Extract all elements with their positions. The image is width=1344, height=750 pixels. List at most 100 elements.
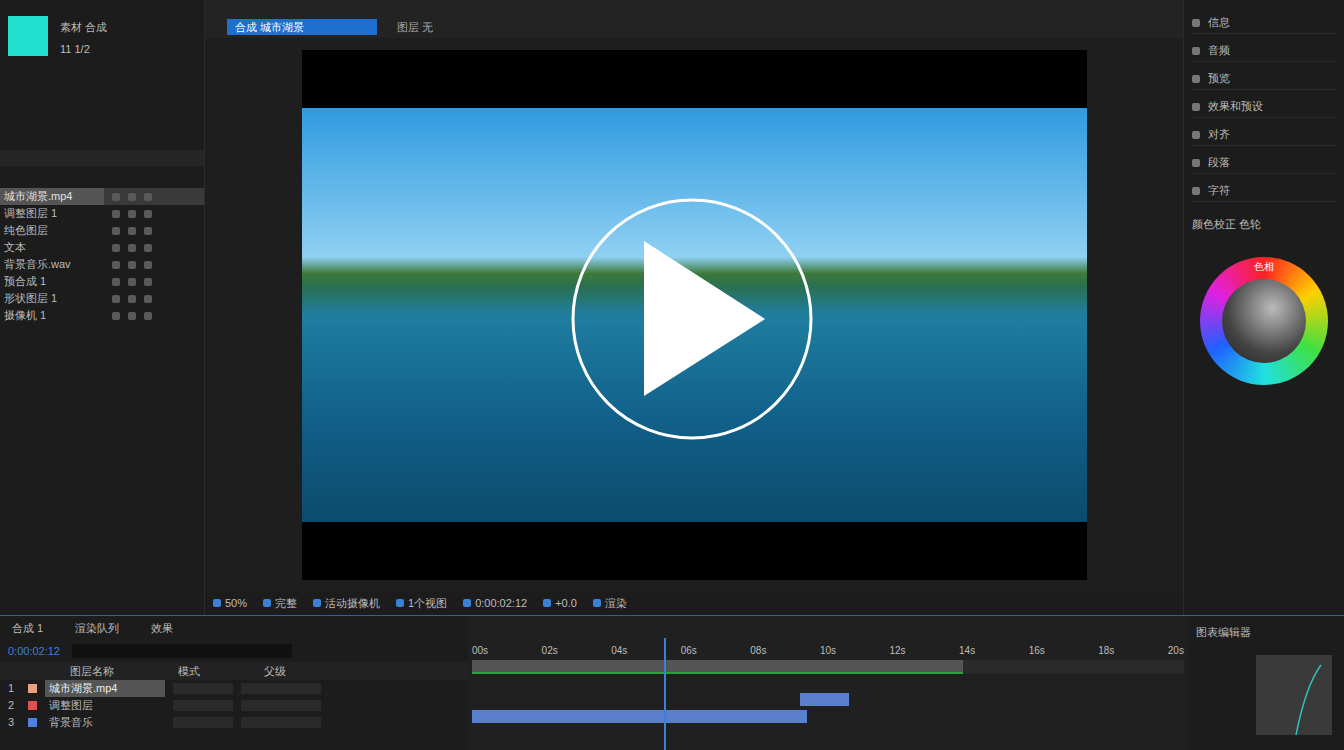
ruler-label: 12s (889, 643, 905, 658)
timeline-tabs: 合成 1 渲染队列 效果 (0, 616, 468, 640)
playhead[interactable] (664, 638, 666, 750)
list-item[interactable]: 背景音乐.wav (0, 256, 204, 273)
flag-icon[interactable] (144, 244, 152, 252)
item-name: 预合成 1 (0, 273, 104, 290)
type-icon[interactable] (112, 295, 120, 303)
toolbar-icon (263, 599, 271, 607)
label-icon[interactable] (128, 193, 136, 201)
item-name: 文本 (0, 239, 104, 256)
parent-field[interactable] (241, 717, 321, 728)
ruler-label: 04s (611, 643, 627, 658)
timeline: 合成 1渲染队列效果0:00:02:12图层名称模式父级1城市湖景.mp42调整… (0, 615, 1344, 750)
layer-row[interactable]: 3背景音乐 (0, 714, 468, 731)
section-icon (1192, 47, 1200, 55)
flag-icon[interactable] (144, 210, 152, 218)
type-icon[interactable] (112, 227, 120, 235)
label-icon[interactable] (128, 312, 136, 320)
viewer-tab[interactable]: 合成 城市湖景 (227, 19, 377, 36)
label-icon[interactable] (128, 261, 136, 269)
timeline-tab[interactable]: 合成 1 (12, 620, 43, 637)
panel-section[interactable]: 音频 (1192, 40, 1336, 62)
list-item[interactable]: 城市湖景.mp4 (0, 188, 204, 205)
toolbar-icon (396, 599, 404, 607)
play-icon[interactable] (569, 196, 815, 442)
track-row (472, 691, 1184, 708)
type-icon[interactable] (112, 244, 120, 252)
item-name: 形状图层 1 (0, 290, 104, 307)
parent-field[interactable] (241, 700, 321, 711)
toolbar-item[interactable]: 活动摄像机 (313, 595, 380, 612)
panel-section[interactable]: 效果和预设 (1192, 96, 1336, 118)
panel-section[interactable]: 字符 (1192, 180, 1336, 202)
mode-field[interactable] (173, 717, 233, 728)
type-icon[interactable] (112, 278, 120, 286)
graph-curve-icon[interactable] (1196, 645, 1332, 735)
toolbar-icon (543, 599, 551, 607)
column-header: 图层名称 (70, 663, 114, 680)
toolbar-item[interactable]: 0:00:02:12 (463, 595, 527, 612)
flag-icon[interactable] (144, 227, 152, 235)
flag-icon[interactable] (144, 278, 152, 286)
panel-section[interactable]: 段落 (1192, 152, 1336, 174)
track-area: 00s02s04s06s08s10s12s14s16s18s20s (468, 616, 1188, 750)
info-line: 素材 合成 (60, 20, 107, 34)
flag-icon[interactable] (144, 312, 152, 320)
wheel-center (1222, 279, 1306, 363)
timecode[interactable]: 0:00:02:12 (8, 643, 60, 660)
search-bar[interactable] (0, 150, 204, 166)
toolbar-item[interactable]: 50% (213, 595, 247, 612)
toolbar-icon (463, 599, 471, 607)
list-item[interactable]: 形状图层 1 (0, 290, 204, 307)
label-icon[interactable] (128, 295, 136, 303)
work-area-bar[interactable] (472, 660, 963, 674)
section-icon (1192, 187, 1200, 195)
list-item[interactable]: 预合成 1 (0, 273, 204, 290)
list-item[interactable]: 纯色图层 (0, 222, 204, 239)
toolbar-item[interactable]: 渲染 (593, 595, 627, 612)
viewer-tab[interactable]: 图层 无 (389, 19, 441, 36)
toolbar-icon (213, 599, 221, 607)
item-name: 背景音乐.wav (0, 256, 104, 273)
flag-icon[interactable] (144, 193, 152, 201)
thumbnail[interactable] (8, 16, 48, 56)
toolbar-item[interactable]: 1个视图 (396, 595, 447, 612)
track-row (472, 708, 1184, 725)
type-icon[interactable] (112, 193, 120, 201)
toolbar-item[interactable]: 完整 (263, 595, 297, 612)
parent-field[interactable] (241, 683, 321, 694)
list-item[interactable]: 摄像机 1 (0, 307, 204, 324)
toolbar-item[interactable]: +0.0 (543, 595, 577, 612)
label-icon[interactable] (128, 210, 136, 218)
clip[interactable] (472, 710, 807, 723)
type-icon[interactable] (112, 261, 120, 269)
color-wheel[interactable]: 色相 (1200, 257, 1328, 385)
item-name: 城市湖景.mp4 (0, 188, 104, 205)
timecode-row: 0:00:02:12 (0, 640, 468, 662)
toolbar-icon (313, 599, 321, 607)
flag-icon[interactable] (144, 295, 152, 303)
timeline-tab[interactable]: 渲染队列 (75, 620, 119, 637)
project-panel: 素材 合成11 1/2城市湖景.mp4调整图层 1纯色图层文本背景音乐.wav预… (0, 0, 205, 615)
mode-field[interactable] (173, 700, 233, 711)
panel-section[interactable]: 对齐 (1192, 124, 1336, 146)
panel-section[interactable]: 信息 (1192, 12, 1336, 34)
timeline-tab[interactable]: 效果 (151, 620, 173, 637)
panel-section[interactable]: 预览 (1192, 68, 1336, 90)
flag-icon[interactable] (144, 261, 152, 269)
layer-index: 1 (8, 680, 20, 697)
viewer-area (205, 38, 1183, 591)
graph-title: 图表编辑器 (1196, 624, 1336, 641)
list-item[interactable]: 文本 (0, 239, 204, 256)
layer-row[interactable]: 2调整图层 (0, 697, 468, 714)
type-icon[interactable] (112, 312, 120, 320)
layer-row[interactable]: 1城市湖景.mp4 (0, 680, 468, 697)
label-icon[interactable] (128, 244, 136, 252)
label-icon[interactable] (128, 227, 136, 235)
list-item[interactable]: 调整图层 1 (0, 205, 204, 222)
mode-field[interactable] (173, 683, 233, 694)
search-field[interactable] (72, 644, 292, 658)
label-icon[interactable] (128, 278, 136, 286)
workspace: 素材 合成11 1/2城市湖景.mp4调整图层 1纯色图层文本背景音乐.wav预… (0, 0, 1344, 615)
type-icon[interactable] (112, 210, 120, 218)
clip[interactable] (800, 693, 850, 706)
